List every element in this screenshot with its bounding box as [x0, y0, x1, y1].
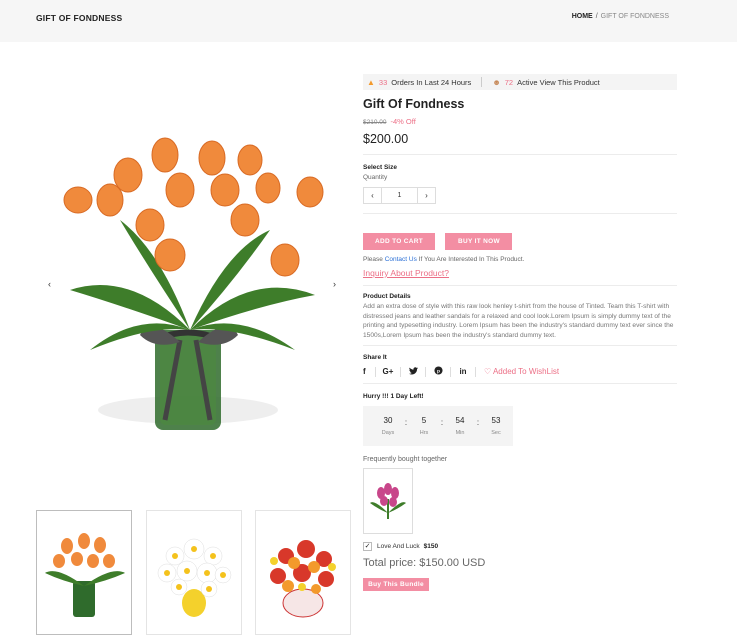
stats-bar: ▲ 33 Orders In Last 24 Hours ☻ 72 Active…: [363, 74, 677, 90]
bundle-item-name: Love And Luck: [377, 543, 420, 550]
countdown-min: 54: [455, 416, 465, 425]
gallery-prev-arrow[interactable]: ‹: [48, 279, 51, 289]
details-title: Product Details: [363, 293, 411, 300]
product-title: Gift Of Fondness: [363, 97, 465, 111]
countdown-hrs-label: Hrs: [419, 430, 429, 436]
pinterest-icon[interactable]: p: [426, 366, 450, 377]
discount-label: -4% Off: [390, 117, 416, 126]
buy-now-button[interactable]: BUY IT NOW: [445, 233, 513, 250]
wishlist-link[interactable]: ♡ Added To WishList: [484, 367, 559, 376]
facebook-icon[interactable]: f: [363, 367, 375, 376]
divider: [363, 213, 677, 214]
stats-divider: [481, 77, 483, 87]
google-plus-icon[interactable]: G+: [376, 367, 400, 376]
details-text: Add an extra dose of style with this raw…: [363, 303, 674, 339]
contact-line: Please Contact Us If You Are Interested …: [363, 256, 677, 263]
bundle-product-image[interactable]: [363, 468, 413, 534]
qty-plus-button[interactable]: ›: [418, 188, 435, 203]
bundle-item-price: $150: [423, 543, 439, 550]
bundle-total-price: Total price: $150.00 USD: [363, 557, 486, 569]
select-size-label: Select Size: [363, 164, 397, 171]
divider: [363, 345, 677, 346]
bundle-title: Frequently bought together: [363, 456, 448, 463]
contact-suffix: If You Are Interested In This Product.: [418, 256, 525, 263]
contact-us-link[interactable]: Contact Us: [385, 256, 417, 263]
bundle-item-row: ✓ Love And Luck $150: [363, 542, 677, 551]
countdown-hrs: 5: [421, 416, 427, 425]
thumbnail-daisies[interactable]: [146, 510, 242, 635]
qty-minus-button[interactable]: ‹: [364, 188, 381, 203]
breadcrumb-separator: /: [595, 13, 598, 20]
share-divider: [475, 366, 476, 377]
views-label: Active View This Product: [517, 77, 600, 87]
fire-icon: ▲: [367, 77, 375, 87]
qty-input[interactable]: 1: [381, 188, 418, 203]
main-product-image[interactable]: [40, 120, 340, 450]
countdown-sec-label: Sec: [491, 430, 501, 436]
breadcrumb-current: GIFT OF FONDNESS: [600, 13, 669, 20]
bundle-item-checkbox[interactable]: ✓: [363, 542, 372, 551]
orders-count: 33: [378, 77, 388, 87]
gallery-next-arrow[interactable]: ›: [333, 279, 336, 289]
inquiry-link[interactable]: Inquiry About Product?: [363, 268, 449, 278]
views-count: 72: [504, 77, 514, 87]
divider: [363, 383, 677, 384]
countdown-min-label: Min: [455, 430, 465, 436]
breadcrumb: HOME / GIFT OF FONDNESS: [572, 13, 669, 20]
header-bar: GIFT OF FONDNESS HOME / GIFT OF FONDNESS: [0, 0, 737, 42]
thumbnail-tulips[interactable]: [36, 510, 132, 635]
buy-bundle-button[interactable]: Buy This Bundle: [363, 578, 429, 591]
quantity-label: Quantity: [363, 174, 388, 181]
thumbnail-roses[interactable]: [255, 510, 351, 635]
contact-prefix: Please: [363, 256, 383, 263]
countdown-days-label: Days: [381, 430, 395, 436]
linkedin-icon[interactable]: in: [451, 367, 475, 376]
divider: [363, 154, 677, 155]
countdown-timer: 30 Days : 5 Hrs : 54 Min : 53 Sec: [363, 406, 513, 446]
heart-icon: ♡: [484, 367, 492, 376]
current-price: $200.00: [363, 132, 409, 146]
viewer-icon: ☻: [492, 77, 501, 87]
countdown-days: 30: [383, 416, 393, 425]
countdown-title: Hurry !!! 1 Day Left!: [363, 393, 424, 400]
quantity-stepper: ‹ 1 ›: [363, 187, 436, 204]
divider: [363, 285, 677, 286]
share-title: Share It: [363, 354, 387, 361]
old-price: $210.00: [363, 119, 387, 126]
share-row: f G+ p in ♡ Added To WishList: [363, 366, 677, 377]
add-to-cart-button[interactable]: ADD TO CART: [363, 233, 435, 250]
orders-label: Orders In Last 24 Hours: [391, 77, 472, 87]
page-title: GIFT OF FONDNESS: [36, 13, 123, 23]
svg-text:p: p: [436, 369, 439, 374]
product-info: ▲ 33 Orders In Last 24 Hours ☻ 72 Active…: [363, 74, 677, 591]
twitter-icon[interactable]: [401, 366, 425, 377]
wishlist-label: Added To WishList: [492, 367, 560, 376]
countdown-sec: 53: [491, 416, 501, 425]
breadcrumb-home-link[interactable]: HOME: [572, 13, 593, 20]
